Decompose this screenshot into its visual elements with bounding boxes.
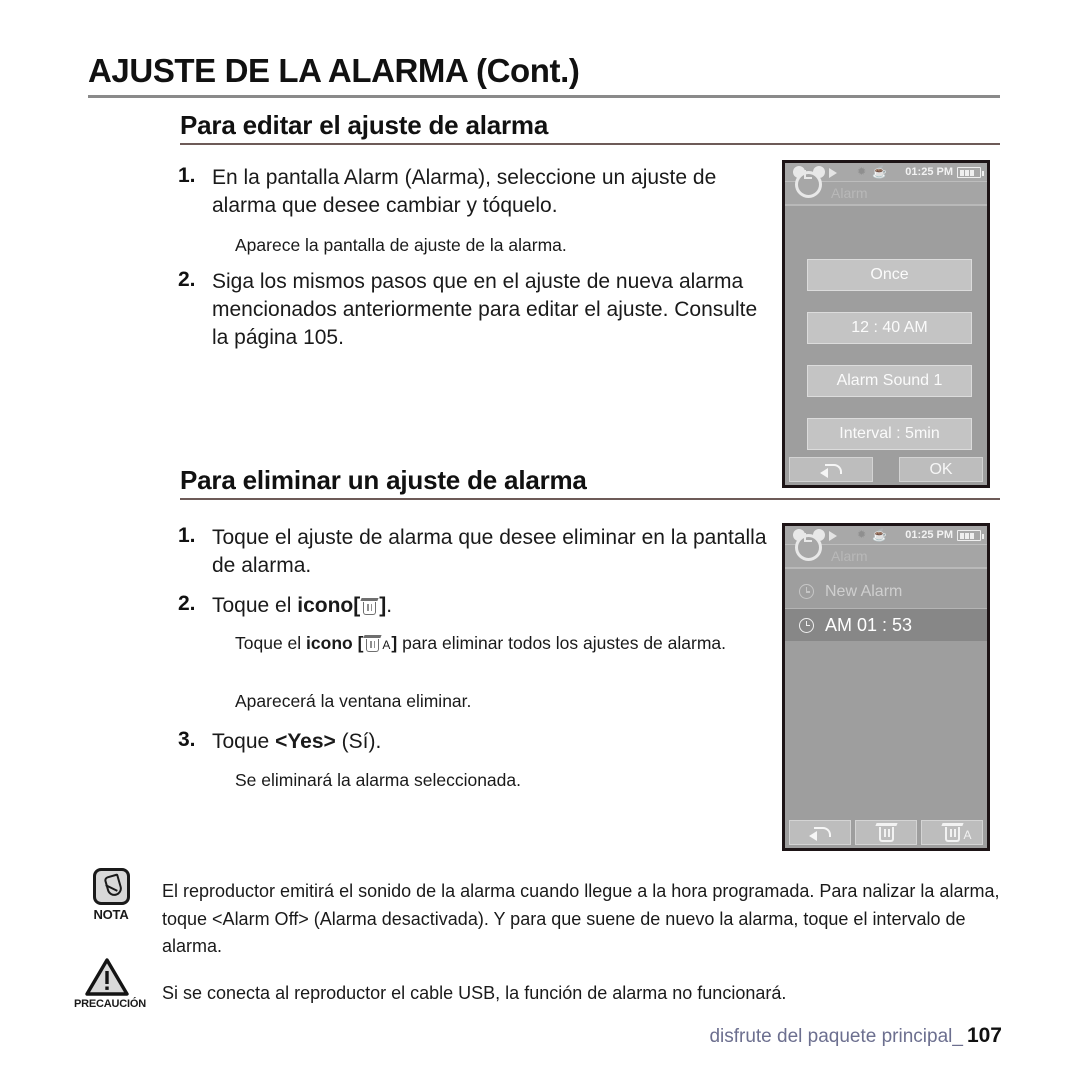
device-soft-key-bar: OK <box>785 455 987 485</box>
bell-icon: ☕ <box>872 528 887 542</box>
step-text-pre: Toque el <box>212 594 298 617</box>
footer-text: disfrute del paquete principal_ <box>709 1026 963 1047</box>
bracket-open: [ <box>353 594 361 617</box>
step-text: En la pantalla Alarm (Alarma), seleccion… <box>212 166 717 217</box>
bell-icon: ☕ <box>872 165 887 179</box>
page-title: AJUSTE DE LA ALARMA (Cont.) <box>88 52 580 89</box>
step-text-post: . <box>386 594 393 617</box>
note-icon-group: NOTA <box>78 868 144 922</box>
warning-triangle-icon <box>85 958 129 996</box>
device-screen-title: Alarm <box>831 185 868 201</box>
trash-all-icon: A <box>363 635 390 652</box>
step-number: 1. <box>178 524 196 547</box>
alarm-clock-icon <box>792 165 826 199</box>
note-bold: icono <box>306 633 353 653</box>
step-text-bold: icono <box>297 594 354 617</box>
back-button[interactable] <box>789 820 851 845</box>
alarm-clock-icon <box>792 528 826 562</box>
substep-note-2-4: Se eliminará la alarma seleccionada. <box>235 770 521 790</box>
list-item-label: AM 01 : 53 <box>825 614 913 635</box>
title-divider <box>88 95 1000 98</box>
step-text: Siga los mismos pasos que en el ajuste d… <box>212 270 758 349</box>
step-2-1: 1. Toque el ajuste de alarma que desee e… <box>178 524 788 580</box>
page-footer: disfrute del paquete principal_ 107 <box>709 1024 1002 1048</box>
step-2-2: 2. Toque el icono[]. <box>178 592 678 620</box>
play-icon <box>829 531 837 541</box>
note-icon <box>92 868 130 905</box>
status-time: 01:25 PM <box>905 529 953 541</box>
caution-icon-group: PRECAUCIÓN <box>74 958 146 1010</box>
device-screen-title: Alarm <box>831 548 868 564</box>
caution-icon-label: PRECAUCIÓN <box>74 998 146 1010</box>
list-item-alarm-selected[interactable]: AM 01 : 53 <box>785 608 987 641</box>
step-text: Toque el ajuste de alarma que desee elim… <box>212 526 767 577</box>
section-divider-1 <box>180 143 1000 145</box>
page-number: 107 <box>966 1024 1002 1047</box>
bluetooth-icon: ✹ <box>857 529 867 541</box>
clock-icon <box>799 617 814 633</box>
step-text-pre: Toque <box>212 730 276 753</box>
delete-button[interactable] <box>855 820 917 845</box>
device-content: New Alarm AM 01 : 53 A <box>785 569 987 848</box>
device-content: Once 12 : 40 AM Alarm Sound 1 Interval :… <box>785 206 987 485</box>
step-text-bold: <Yes> <box>275 730 336 753</box>
status-time: 01:25 PM <box>905 166 953 178</box>
step-2-3: 3. Toque <Yes> (Sí). <box>178 728 618 756</box>
section-heading-edit-alarm: Para editar el ajuste de alarma <box>180 110 549 140</box>
step-text-post: (Sí). <box>335 730 382 753</box>
step-number: 3. <box>178 728 196 751</box>
device-screenshot-alarm-edit: ✹ ☕ 01:25 PM Alarm Once 12 : 40 AM Alarm… <box>782 160 990 488</box>
back-arrow-icon <box>809 826 831 841</box>
battery-icon <box>957 167 984 178</box>
step-1-1: 1. En la pantalla Alarm (Alarma), selecc… <box>178 164 768 220</box>
section-divider-2 <box>180 498 1000 500</box>
trash-icon <box>360 598 379 615</box>
note-post: para eliminar todos los ajustes de alarm… <box>397 633 727 653</box>
step-text: Toque el icono[]. <box>212 592 392 620</box>
battery-icon <box>957 530 984 541</box>
alarm-sound-button[interactable]: Alarm Sound 1 <box>807 365 972 397</box>
back-arrow-icon <box>820 463 842 478</box>
trash-icon <box>874 823 898 842</box>
play-icon <box>829 168 837 178</box>
bluetooth-icon: ✹ <box>857 166 867 178</box>
note-icon-label: NOTA <box>93 907 129 922</box>
step-text: Toque <Yes> (Sí). <box>212 728 381 756</box>
substep-note-2-2: Toque el icono [A] para eliminar todos l… <box>235 633 727 653</box>
clock-icon <box>799 584 814 599</box>
list-item-new-alarm[interactable]: New Alarm <box>785 575 987 608</box>
ok-button[interactable]: OK <box>899 457 983 482</box>
step-number: 2. <box>178 268 196 291</box>
note-pre: Toque el <box>235 633 307 653</box>
alarm-time-button[interactable]: 12 : 40 AM <box>807 312 972 344</box>
substep-note-2-3: Aparecerá la ventana eliminar. <box>235 691 472 711</box>
step-number: 2. <box>178 592 196 615</box>
alarm-interval-button[interactable]: Interval : 5min <box>807 418 972 450</box>
device-soft-key-bar: A <box>785 818 987 848</box>
substep-note-1-1: Aparece la pantalla de ajuste de la alar… <box>235 235 567 255</box>
back-button[interactable] <box>789 457 873 482</box>
step-1-2: 2. Siga los mismos pasos que en el ajust… <box>178 268 778 352</box>
section-heading-delete-alarm: Para eliminar un ajuste de alarma <box>180 465 587 495</box>
list-item-label: New Alarm <box>825 582 903 600</box>
trash-all-icon: A <box>940 823 972 842</box>
device-screenshot-alarm-list: ✹ ☕ 01:25 PM Alarm New Alarm AM 01 : 53 <box>782 523 990 851</box>
note-text: El reproductor emitirá el sonido de la a… <box>162 881 1000 957</box>
step-number: 1. <box>178 164 196 187</box>
delete-all-button[interactable]: A <box>921 820 983 845</box>
alarm-repeat-button[interactable]: Once <box>807 259 972 291</box>
manual-page: AJUSTE DE LA ALARMA (Cont.) Para editar … <box>0 0 1080 1080</box>
caution-text: Si se conecta al reproductor el cable US… <box>162 983 787 1003</box>
